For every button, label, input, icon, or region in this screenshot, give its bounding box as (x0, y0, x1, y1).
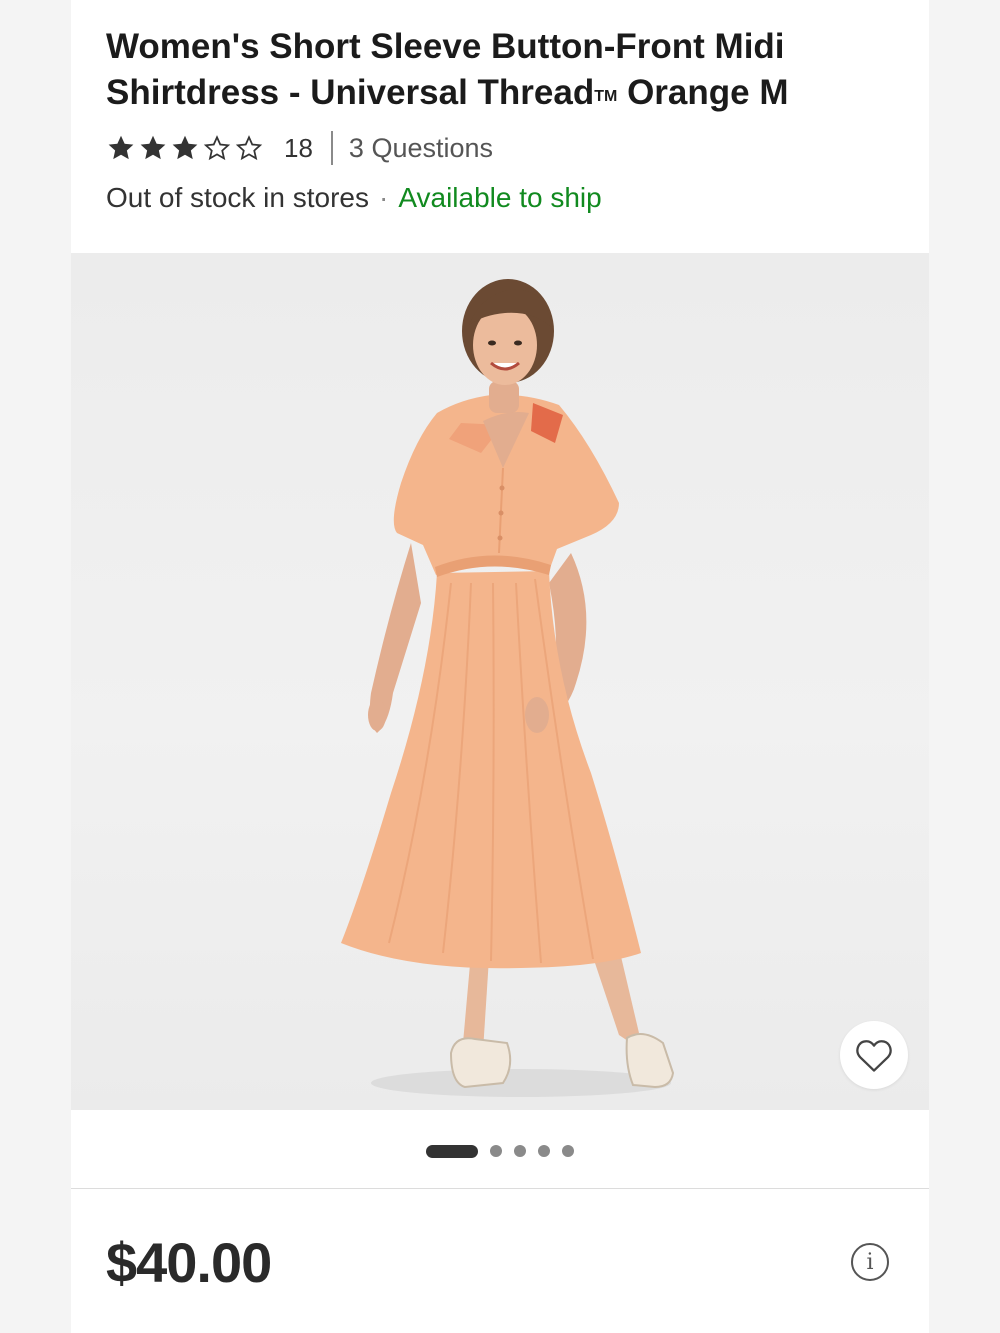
rating-row: 18 3 Questions (106, 128, 493, 168)
product-page: Women's Short Sleeve Button-Front Midi S… (71, 0, 929, 1333)
pagination-dot-active[interactable] (426, 1144, 478, 1158)
heart-outline-icon (856, 1040, 892, 1072)
trademark-mark: TM (594, 88, 618, 105)
product-title-variant: Orange M (627, 73, 789, 112)
review-count[interactable]: 18 (284, 133, 313, 164)
star-filled-icon (108, 135, 134, 160)
product-price: $40.00 (106, 1231, 272, 1294)
product-image-carousel[interactable] (71, 253, 929, 1110)
pagination-dot[interactable] (490, 1145, 502, 1157)
carousel-pagination (71, 1138, 929, 1164)
questions-link[interactable]: 3 Questions (349, 133, 493, 164)
pagination-dot[interactable] (514, 1145, 526, 1157)
store-stock-status: Out of stock in stores (106, 182, 369, 213)
availability-row: Out of stock in stores · Available to ship (106, 182, 602, 214)
star-filled-icon (172, 135, 198, 160)
product-photo (341, 279, 675, 1097)
pagination-dot[interactable] (538, 1145, 550, 1157)
rating-stars[interactable] (106, 133, 264, 163)
pagination-dot[interactable] (562, 1145, 574, 1157)
star-filled-icon (140, 135, 166, 160)
ship-availability[interactable]: Available to ship (398, 182, 601, 213)
star-empty-icon (203, 135, 231, 161)
section-divider (71, 1188, 929, 1189)
product-title: Women's Short Sleeve Button-Front Midi S… (106, 24, 906, 116)
info-icon[interactable]: i (851, 1243, 889, 1281)
rating-divider (330, 131, 333, 165)
star-empty-icon (235, 135, 263, 161)
availability-separator: · (379, 182, 389, 213)
favorite-button[interactable] (840, 1021, 908, 1089)
